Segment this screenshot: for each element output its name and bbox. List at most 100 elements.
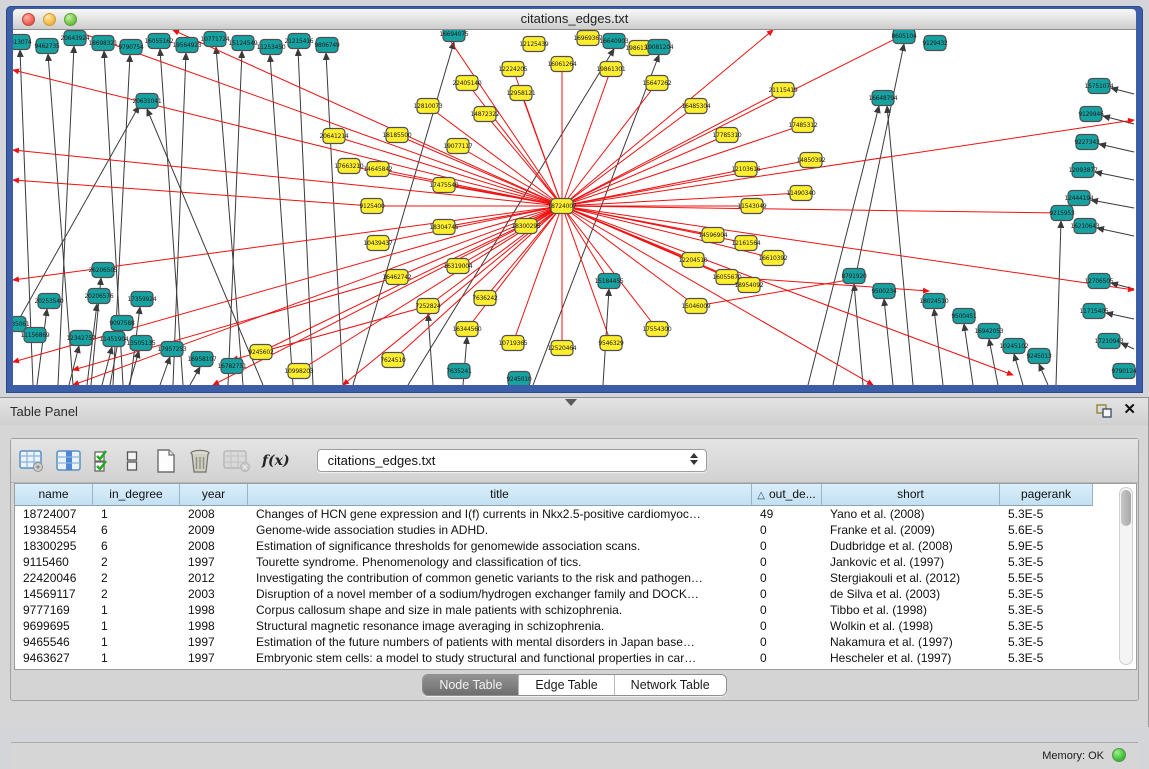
table-row[interactable]: 1872400712008Changes of HCN gene express… <box>15 506 1136 522</box>
network-node[interactable]: 16969367 <box>574 31 603 46</box>
network-node[interactable]: 10245102 <box>1000 339 1029 354</box>
network-node[interactable]: 17785310 <box>713 128 742 143</box>
new-file-icon[interactable] <box>155 448 177 474</box>
network-node[interactable]: 20643924 <box>61 31 90 46</box>
column-header-title[interactable]: title <box>248 484 752 506</box>
network-node[interactable]: 12103616 <box>732 162 761 177</box>
network-node[interactable]: 20253540 <box>35 294 64 309</box>
network-node[interactable]: 12161564 <box>732 236 761 251</box>
network-node[interactable]: 9500451 <box>951 309 977 324</box>
network-node[interactable]: 17210943 <box>1095 334 1124 349</box>
table-settings-icon[interactable] <box>19 449 45 473</box>
column-header-in_degree[interactable]: in_degree <box>93 484 180 506</box>
network-node[interactable]: 12810073 <box>414 99 443 114</box>
network-node[interactable]: 10439437 <box>364 236 393 251</box>
network-node[interactable]: 10998203 <box>285 364 314 379</box>
function-builder-icon[interactable]: f(x) <box>262 453 290 469</box>
network-node[interactable]: 11490340 <box>787 186 816 201</box>
network-node[interactable]: 21115419 <box>769 83 798 98</box>
network-node[interactable]: 15647262 <box>643 76 672 91</box>
close-panel-icon[interactable]: ✕ <box>1123 402 1136 418</box>
network-node[interactable]: 18300295 <box>512 219 541 234</box>
network-node[interactable]: 20641214 <box>320 129 349 144</box>
memory-status-indicator-icon[interactable] <box>1112 748 1126 762</box>
network-node[interactable]: 16210643 <box>1071 219 1100 234</box>
column-header-out_degree[interactable]: △out_de... <box>752 484 822 506</box>
table-row[interactable]: 911546021997Tourette syndrome. Phenomeno… <box>15 554 1136 570</box>
network-node[interactable]: 7252824 <box>415 299 441 314</box>
network-node[interactable]: 16942053 <box>975 324 1004 339</box>
network-node[interactable]: 17475540 <box>430 178 459 193</box>
network-node[interactable]: 8605104 <box>891 30 917 44</box>
tab-edge-table[interactable]: Edge Table <box>519 675 614 695</box>
network-node[interactable]: 12204510 <box>679 253 708 268</box>
network-node[interactable]: 12520464 <box>548 341 577 356</box>
network-node[interactable]: 17485312 <box>789 118 818 133</box>
network-node[interactable]: 9129946 <box>1078 107 1104 122</box>
network-node[interactable]: 11253450 <box>257 40 286 55</box>
network-node[interactable]: 12958121 <box>507 86 536 101</box>
network-node[interactable]: 14596904 <box>699 228 728 243</box>
network-node[interactable]: 15184455 <box>595 274 624 289</box>
network-node[interactable]: 12093877 <box>1069 163 1098 178</box>
table-row[interactable]: 2242004622012Investigating the contribut… <box>15 570 1136 586</box>
network-node[interactable]: 8613074 <box>13 35 32 50</box>
network-node[interactable]: 12342757 <box>67 331 96 346</box>
network-node[interactable]: 10719365 <box>499 336 528 351</box>
table-row[interactable]: 977716911998Corpus callosum shape and si… <box>15 602 1136 618</box>
select-attributes-icon[interactable] <box>93 449 115 473</box>
column-header-year[interactable]: year <box>180 484 248 506</box>
table-row[interactable]: 1830029562008Estimation of significance … <box>15 538 1136 554</box>
network-node[interactable]: 11543049 <box>738 199 767 214</box>
table-row[interactable]: 1938455462009Genome-wide association stu… <box>15 522 1136 538</box>
network-node[interactable]: 15046009 <box>682 299 711 314</box>
network-node[interactable]: 16640903 <box>600 34 629 49</box>
network-node[interactable]: 21215416 <box>285 34 314 49</box>
network-node[interactable]: 9790124 <box>1111 364 1136 379</box>
network-node[interactable]: 19564923 <box>173 38 202 53</box>
vertical-scrollbar[interactable] <box>1119 487 1133 665</box>
tab-node-table[interactable]: Node Table <box>423 675 519 695</box>
table-row[interactable]: 969969511998Structural magnetic resonanc… <box>15 618 1136 634</box>
network-node[interactable]: 22405140 <box>453 76 482 91</box>
network-node[interactable]: 11715405 <box>1080 304 1109 319</box>
network-node[interactable]: 16061264 <box>548 57 577 72</box>
network-node[interactable]: 7636242 <box>472 291 498 306</box>
network-node[interactable]: 18698321 <box>89 36 118 51</box>
network-node[interactable]: 11451904 <box>100 332 129 347</box>
network-node[interactable]: 18724007 <box>548 199 577 214</box>
network-node[interactable]: 9215953 <box>1049 206 1075 221</box>
network-node[interactable]: 12444194 <box>1065 191 1094 206</box>
network-node[interactable]: 18024510 <box>920 294 949 309</box>
float-window-icon[interactable] <box>1096 404 1112 418</box>
network-node[interactable]: 16782751 <box>218 359 247 374</box>
network-node[interactable]: 16055162 <box>145 34 174 49</box>
network-node[interactable]: 17957253 <box>158 342 187 357</box>
column-select-icon[interactable] <box>56 449 82 473</box>
network-canvas[interactable]: 1872400711543049121615641605567015046009… <box>13 30 1136 385</box>
delete-icon[interactable] <box>188 448 212 474</box>
network-node[interactable]: 9546329 <box>598 336 624 351</box>
network-node[interactable]: 16485304 <box>682 99 711 114</box>
network-node[interactable]: 18304745 <box>430 220 459 235</box>
window-titlebar[interactable]: citations_edges.txt <box>13 9 1136 30</box>
column-header-pagerank[interactable]: pagerank <box>1000 484 1093 506</box>
network-node[interactable]: 9097588 <box>109 316 135 331</box>
network-node[interactable]: 14850392 <box>797 153 826 168</box>
network-node[interactable]: 16344560 <box>453 322 482 337</box>
network-node[interactable]: 9245013 <box>1026 349 1052 364</box>
network-node[interactable]: 15124549 <box>229 36 258 51</box>
network-node[interactable]: 12125439 <box>520 37 549 52</box>
network-node[interactable]: 12224205 <box>499 62 528 77</box>
network-node[interactable]: 8791920 <box>841 269 867 284</box>
table-row[interactable]: 1456911722003Disruption of a novel membe… <box>15 586 1136 602</box>
network-node[interactable]: 13505135 <box>127 336 156 351</box>
network-node[interactable]: 15751074 <box>1085 79 1114 94</box>
network-node[interactable]: 7624510 <box>380 353 406 368</box>
network-node[interactable]: 9129432 <box>922 36 948 51</box>
network-node[interactable]: 17663210 <box>335 159 364 174</box>
network-node[interactable]: 9500234 <box>871 284 897 299</box>
network-node[interactable]: 16319004 <box>444 259 473 274</box>
network-node[interactable]: 12706505 <box>1085 274 1114 289</box>
network-node[interactable]: 11156869 <box>21 328 50 343</box>
